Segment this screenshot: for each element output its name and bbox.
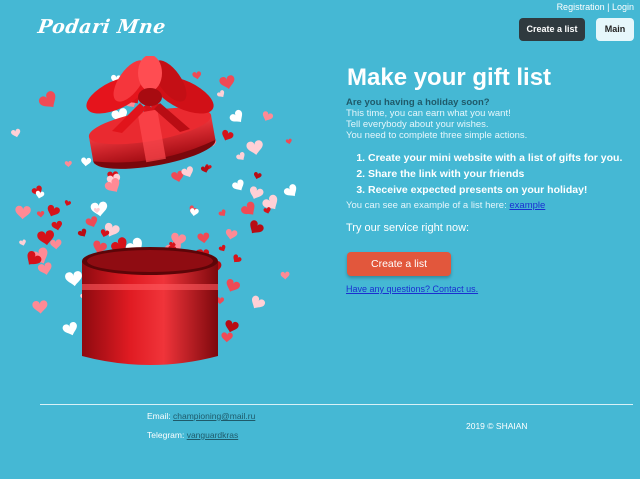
footer-divider <box>40 404 633 405</box>
heart-confetti <box>217 90 225 98</box>
heart-confetti <box>104 178 120 192</box>
copyright: 2019 © SHAIAN <box>466 421 528 431</box>
heart-confetti <box>241 201 255 215</box>
intro-text: Are you having a holiday soon? This time… <box>346 97 527 141</box>
heart-confetti <box>36 211 45 218</box>
heart-confetti <box>283 184 297 197</box>
telegram-label: Telegram: <box>147 430 187 440</box>
example-label: You can see an example of a list here: <box>346 200 510 211</box>
heart-confetti <box>51 220 63 231</box>
heart-confetti <box>233 254 242 263</box>
heart-confetti <box>64 160 72 168</box>
heart-confetti <box>35 190 45 199</box>
heart-confetti <box>64 200 71 206</box>
heart-confetti <box>253 172 262 180</box>
heart-confetti <box>218 209 226 217</box>
intro-line: This time, you can earn what you want! <box>346 108 511 119</box>
create-list-header-button[interactable]: Create a list <box>519 18 585 41</box>
heart-confetti <box>62 321 77 336</box>
intro-line: Tell everybody about your wishes. <box>346 119 489 130</box>
create-list-cta-button[interactable]: Create a list <box>347 252 451 276</box>
auth-links: Registration | Login <box>557 2 634 12</box>
heart-confetti <box>47 204 60 217</box>
heart-confetti <box>37 262 52 275</box>
footer-email: Email: championing@mail.ru <box>147 411 255 421</box>
auth-separator: | <box>607 2 610 12</box>
step-item: Share the link with your friends <box>368 166 622 182</box>
email-link[interactable]: championing@mail.ru <box>173 411 255 421</box>
contact-link[interactable]: Have any questions? Contact us. <box>346 284 478 294</box>
telegram-link[interactable]: vanguardkras <box>187 430 239 440</box>
heart-confetti <box>77 228 87 237</box>
heart-confetti <box>32 300 48 314</box>
login-link[interactable]: Login <box>612 2 634 12</box>
heart-confetti <box>222 129 234 141</box>
heart-confetti <box>219 75 235 89</box>
intro-question: Are you having a holiday soon? <box>346 97 490 108</box>
example-link[interactable]: example <box>509 200 545 211</box>
page-title: Make your gift list <box>347 64 552 91</box>
heart-confetti <box>225 320 239 333</box>
heart-confetti <box>229 109 243 122</box>
intro-line: You need to complete three simple action… <box>346 130 528 141</box>
heart-confetti <box>246 140 263 155</box>
heart-confetti <box>221 332 233 343</box>
email-label: Email: <box>147 411 173 421</box>
heart-confetti <box>250 220 264 234</box>
steps-list: Create your mini website with a list of … <box>356 150 622 198</box>
heart-confetti <box>236 151 245 161</box>
heart-confetti <box>226 279 241 292</box>
heart-confetti <box>81 157 92 167</box>
heart-confetti <box>104 222 120 237</box>
example-text: You can see an example of a list here: e… <box>346 200 545 211</box>
heart-confetti <box>192 71 202 80</box>
gift-box-illustration <box>11 56 297 365</box>
heart-confetti <box>85 216 98 228</box>
heart-confetti <box>280 271 290 280</box>
heart-confetti <box>197 232 210 244</box>
registration-link[interactable]: Registration <box>557 2 605 12</box>
heart-confetti <box>251 295 265 309</box>
site-logo[interactable]: Podari Mne <box>36 16 167 38</box>
heart-confetti <box>19 239 26 246</box>
heart-confetti <box>232 179 244 191</box>
heart-confetti <box>285 138 292 145</box>
heart-confetti <box>249 186 264 199</box>
heart-confetti <box>65 271 82 287</box>
heart-confetti <box>11 128 21 138</box>
heart-confetti <box>15 205 31 220</box>
heart-confetti <box>181 166 193 178</box>
main-button[interactable]: Main <box>596 18 634 41</box>
step-item: Receive expected presents on your holida… <box>368 182 622 198</box>
try-text: Try our service right now: <box>346 222 470 234</box>
heart-confetti <box>39 91 56 108</box>
heart-confetti <box>225 229 238 240</box>
heart-confetti <box>218 244 226 252</box>
footer-telegram: Telegram: vanguardkras <box>147 430 238 440</box>
heart-confetti <box>262 111 274 121</box>
heart-confetti <box>50 239 62 250</box>
step-item: Create your mini website with a list of … <box>368 150 622 166</box>
